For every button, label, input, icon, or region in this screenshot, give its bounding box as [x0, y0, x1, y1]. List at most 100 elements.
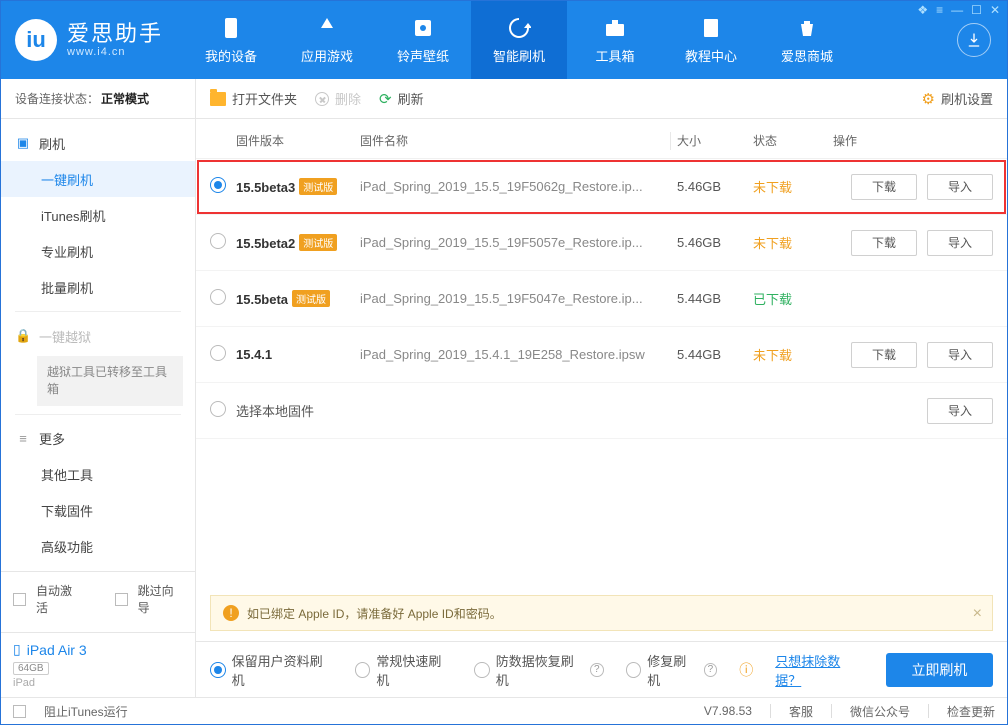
flash-settings-button[interactable]: ⚙ 刷机设置: [922, 89, 993, 108]
skip-guide-checkbox[interactable]: [115, 593, 128, 606]
folder-icon: [210, 92, 226, 106]
col-version: 固件版本: [236, 132, 360, 149]
wechat-link[interactable]: 微信公众号: [850, 703, 910, 720]
refresh-label: 刷新: [398, 89, 424, 108]
import-button[interactable]: 导入: [927, 342, 993, 368]
support-link[interactable]: 客服: [789, 703, 813, 720]
gear-icon: ⚙: [922, 90, 935, 108]
sidebar-item[interactable]: 其他工具: [1, 457, 195, 493]
col-status: 状态: [753, 132, 833, 149]
erase-link[interactable]: 只想抹除数据？: [775, 651, 864, 689]
download-button[interactable]: 下载: [851, 174, 917, 200]
nav-1[interactable]: 应用游戏: [279, 1, 375, 79]
sidebar-group-flash[interactable]: ▣ 刷机: [1, 125, 195, 161]
sidebar-item[interactable]: 专业刷机: [1, 233, 195, 269]
check-update-link[interactable]: 检查更新: [947, 703, 995, 720]
import-button[interactable]: 导入: [927, 230, 993, 256]
sidebar-item[interactable]: iTunes刷机: [1, 197, 195, 233]
nav-6[interactable]: 爱思商城: [759, 1, 855, 79]
header: iu 爱思助手 www.i4.cn 我的设备应用游戏 铃声壁纸智能刷机 工具箱教程中…: [1, 1, 1007, 79]
row-radio[interactable]: [210, 233, 226, 249]
sidebar-group-label: 一键越狱: [39, 327, 91, 346]
sidebar-item[interactable]: 一键刷机: [1, 161, 195, 197]
help-icon[interactable]: ?: [704, 663, 718, 677]
opt-anti-recovery[interactable]: 防数据恢复刷机?: [474, 651, 604, 689]
nav-5[interactable]: 教程中心: [663, 1, 759, 79]
col-ops: 操作: [833, 132, 993, 149]
conn-label: 设备连接状态：: [15, 90, 99, 107]
table-row[interactable]: 15.5beta2测试版iPad_Spring_2019_15.5_19F505…: [196, 215, 1007, 271]
open-folder-button[interactable]: 打开文件夹: [210, 89, 297, 108]
refresh-button[interactable]: ⟳ 刷新: [379, 89, 424, 108]
separator: [15, 414, 181, 415]
connection-status: 设备连接状态： 正常模式: [1, 79, 195, 119]
device-panel[interactable]: ▯ iPad Air 3 64GB iPad: [1, 632, 195, 697]
radio-icon: [626, 662, 642, 678]
radio-icon: [474, 662, 490, 678]
delete-button: 删除: [315, 89, 361, 108]
sidebar-options: 自动激活 跳过向导: [1, 571, 195, 632]
window-controls: ❖ ≡ — ☐ ✕: [917, 3, 1000, 17]
maximize-icon[interactable]: ☐: [971, 3, 982, 17]
notice-close-icon[interactable]: ×: [973, 605, 982, 623]
row-filename: iPad_Spring_2019_15.5_19F5047e_Restore.i…: [360, 291, 670, 306]
import-button[interactable]: 导入: [927, 398, 993, 424]
nav-3[interactable]: 智能刷机: [471, 1, 567, 79]
flash-now-button[interactable]: 立即刷机: [886, 653, 993, 687]
row-radio[interactable]: [210, 289, 226, 305]
table-row[interactable]: 15.5beta测试版iPad_Spring_2019_15.5_19F5047…: [196, 271, 1007, 327]
nav-label: 教程中心: [685, 46, 737, 65]
sidebar-item[interactable]: 批量刷机: [1, 269, 195, 305]
block-itunes-label: 阻止iTunes运行: [44, 703, 128, 720]
col-name: 固件名称: [360, 132, 670, 149]
winctl-2[interactable]: ≡: [936, 3, 943, 17]
sidebar-item[interactable]: 下载固件: [1, 493, 195, 529]
row-size: 5.44GB: [677, 291, 753, 306]
row-radio[interactable]: [210, 401, 226, 417]
device-storage: 64GB: [13, 662, 49, 675]
delete-label: 删除: [335, 89, 361, 108]
table-row[interactable]: 15.5beta3测试版iPad_Spring_2019_15.5_19F506…: [196, 159, 1007, 215]
download-button[interactable]: 下载: [851, 230, 917, 256]
logo[interactable]: iu 爱思助手 www.i4.cn: [1, 19, 183, 61]
import-button[interactable]: 导入: [927, 174, 993, 200]
help-icon[interactable]: ?: [590, 663, 604, 677]
opt-repair[interactable]: 修复刷机?: [626, 651, 718, 689]
sidebar-item[interactable]: 高级功能: [1, 529, 195, 565]
download-indicator-icon[interactable]: [957, 23, 991, 57]
nav-label: 智能刷机: [493, 46, 545, 65]
sidebar-group-label: 刷机: [39, 134, 65, 153]
row-status: 已下载: [753, 289, 833, 308]
block-itunes-checkbox[interactable]: [13, 705, 26, 718]
row-radio[interactable]: [210, 345, 226, 361]
opt-keep-data[interactable]: 保留用户资料刷机: [210, 651, 333, 689]
row-status: 未下载: [753, 177, 833, 196]
row-version: 15.5beta测试版: [236, 290, 360, 307]
jailbreak-note: 越狱工具已转移至工具箱: [37, 356, 183, 406]
row-version: 15.5beta2测试版: [236, 234, 360, 251]
nav-label: 应用游戏: [301, 46, 353, 65]
row-ops: 导入: [833, 398, 993, 424]
row-status: 未下载: [753, 345, 833, 364]
nav-4[interactable]: 工具箱: [567, 1, 663, 79]
table-row[interactable]: 15.4.1iPad_Spring_2019_15.4.1_19E258_Res…: [196, 327, 1007, 383]
info-icon: ⓘ: [739, 660, 753, 680]
winctl-1[interactable]: ❖: [917, 3, 928, 17]
logo-sub: www.i4.cn: [67, 46, 163, 58]
row-radio[interactable]: [210, 177, 226, 193]
notice-text: 如已绑定 Apple ID，请准备好 Apple ID和密码。: [247, 605, 502, 622]
radio-icon: [355, 662, 371, 678]
row-version: 15.4.1: [236, 347, 360, 362]
skip-guide-label: 跳过向导: [138, 582, 183, 616]
auto-activate-checkbox[interactable]: [13, 593, 26, 606]
toolbar: 打开文件夹 删除 ⟳ 刷新 ⚙ 刷机设置: [196, 79, 1007, 119]
minimize-icon[interactable]: —: [951, 3, 963, 17]
sidebar-group-more[interactable]: ≡ 更多: [1, 421, 195, 457]
nav-2[interactable]: 铃声壁纸: [375, 1, 471, 79]
nav-0[interactable]: 我的设备: [183, 1, 279, 79]
close-icon[interactable]: ✕: [990, 3, 1000, 17]
table-row[interactable]: 选择本地固件导入: [196, 383, 1007, 439]
warning-icon: !: [223, 605, 239, 621]
opt-normal[interactable]: 常规快速刷机: [355, 651, 452, 689]
download-button[interactable]: 下载: [851, 342, 917, 368]
